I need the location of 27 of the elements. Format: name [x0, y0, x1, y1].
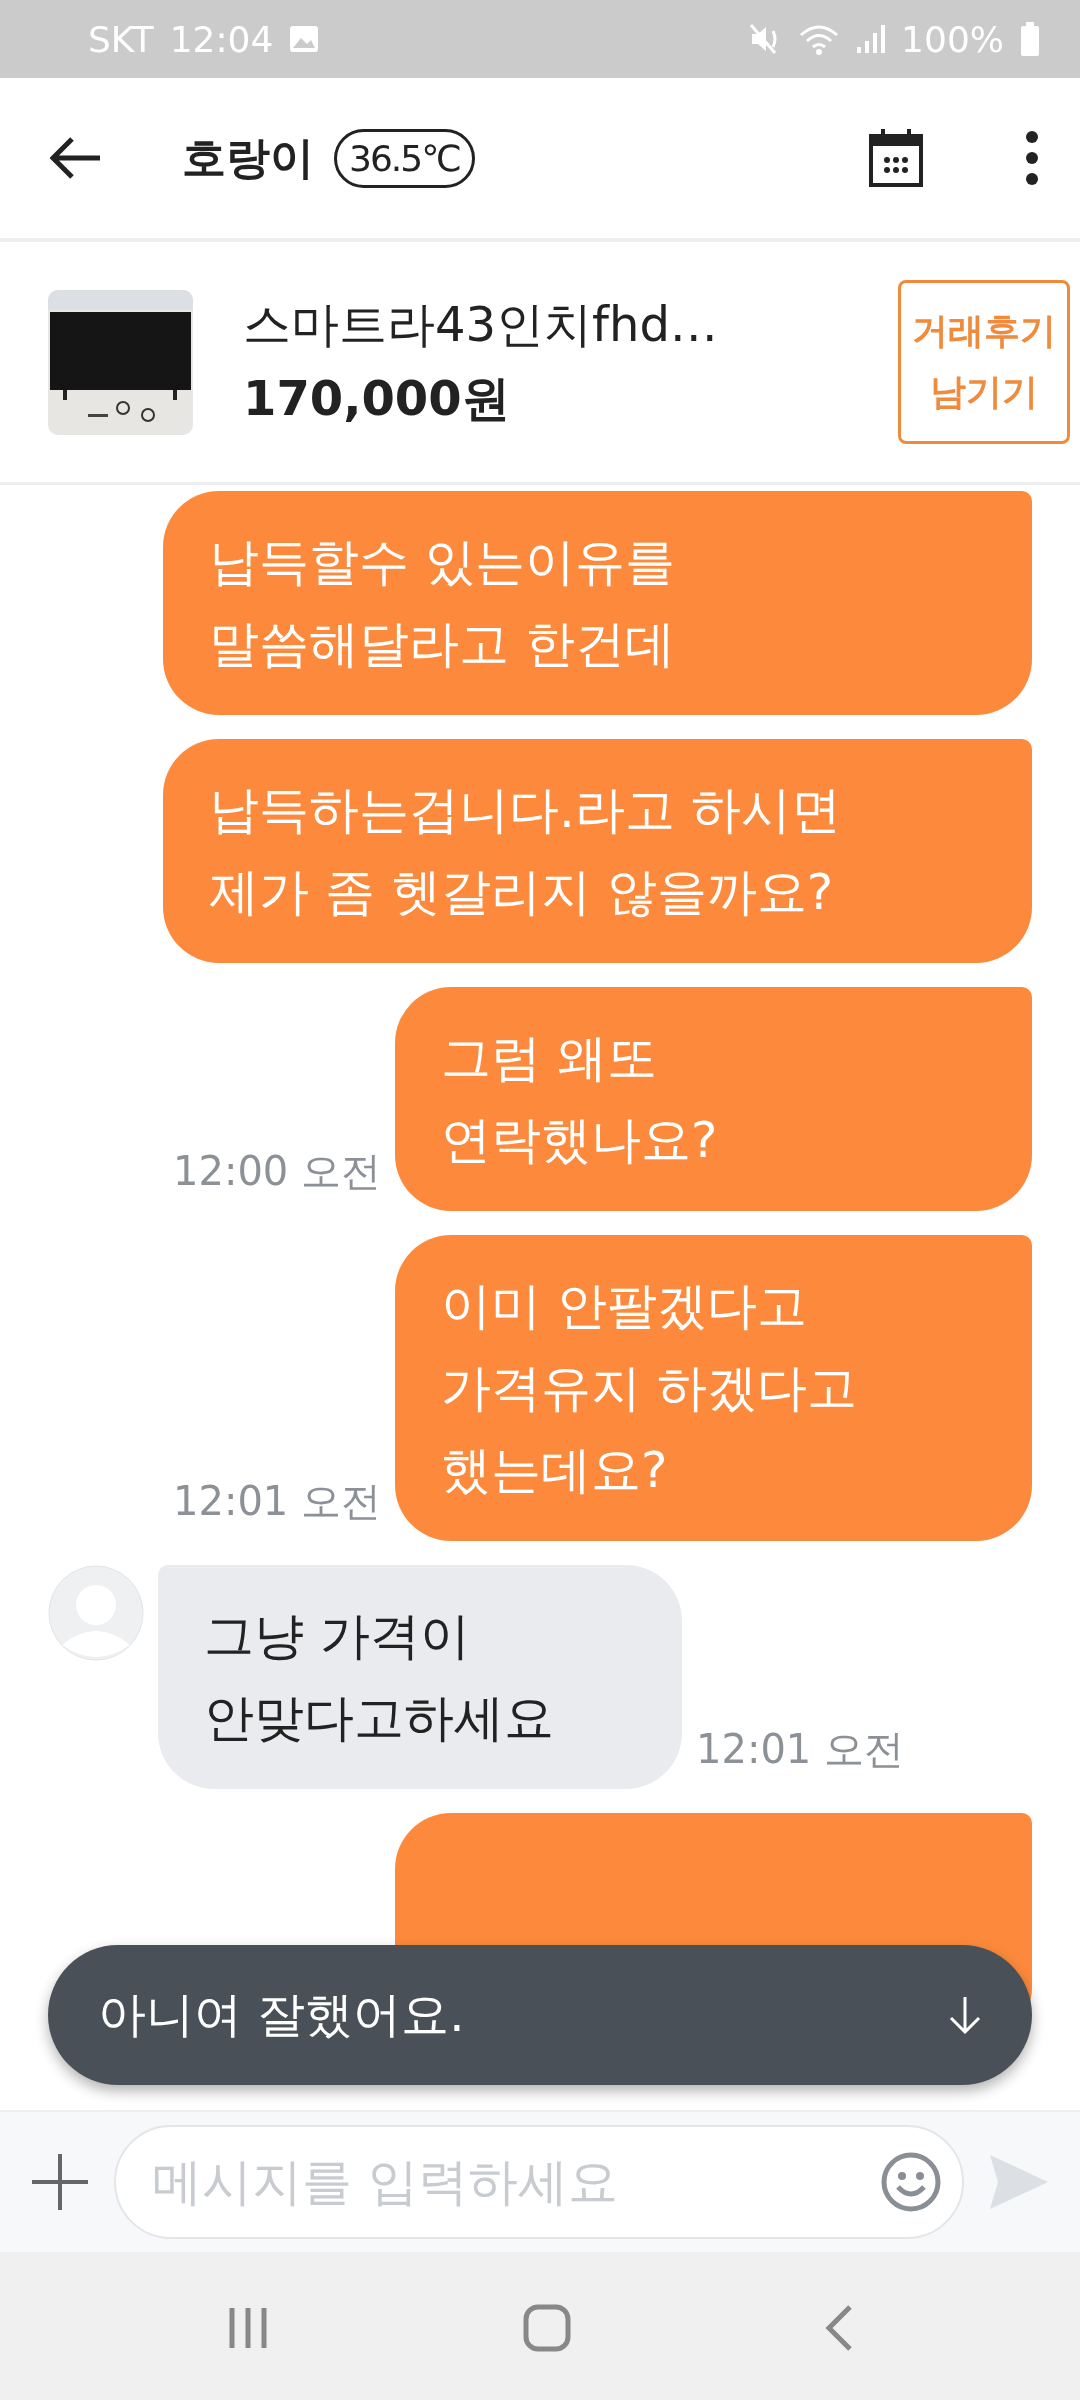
- emoji-icon[interactable]: [880, 2151, 942, 2213]
- toast-text: 아니여 잘했어요.: [98, 1985, 466, 2044]
- back-nav-icon[interactable]: [823, 2304, 854, 2352]
- message-time: 12:01 오전: [696, 1725, 904, 1774]
- message-bubble: 그럼 왜또 연락했나요?: [395, 987, 1032, 1211]
- battery-icon: [1020, 22, 1040, 56]
- more-icon[interactable]: [1024, 130, 1040, 186]
- plus-icon[interactable]: [30, 2152, 90, 2212]
- image-icon: [289, 25, 320, 53]
- message-time: 12:01 오전: [173, 1477, 381, 1526]
- message-bubble: 납득하는겁니다.라고 하시면 제가 좀 헷갈리지 않을까요?: [163, 739, 1032, 963]
- message-preview-toast[interactable]: 아니여 잘했어요.: [48, 1945, 1032, 2085]
- avatar-icon: [48, 1565, 144, 1661]
- product-title: 스마트라43인치fhd…: [243, 295, 719, 354]
- message-bubble: 그냥 가격이 안맞다고하세요: [158, 1565, 682, 1789]
- message-bubble: 이미 안팔겠다고 가격유지 하겠다고 했는데요?: [395, 1235, 1032, 1541]
- product-price: 170,000원: [243, 369, 511, 428]
- user-name: 호랑이: [182, 130, 314, 185]
- temperature-badge: 36.5℃: [334, 128, 475, 188]
- back-icon[interactable]: [50, 136, 102, 180]
- signal-icon: [855, 23, 886, 55]
- down-arrow-icon: [948, 1995, 982, 2035]
- message-time: 12:00 오전: [173, 1147, 381, 1196]
- wifi-icon: [799, 23, 840, 55]
- message-bubble: 납득할수 있는이유를 말씀해달라고 한건데: [163, 491, 1032, 715]
- calendar-icon[interactable]: [868, 128, 924, 188]
- home-icon[interactable]: [523, 2304, 571, 2352]
